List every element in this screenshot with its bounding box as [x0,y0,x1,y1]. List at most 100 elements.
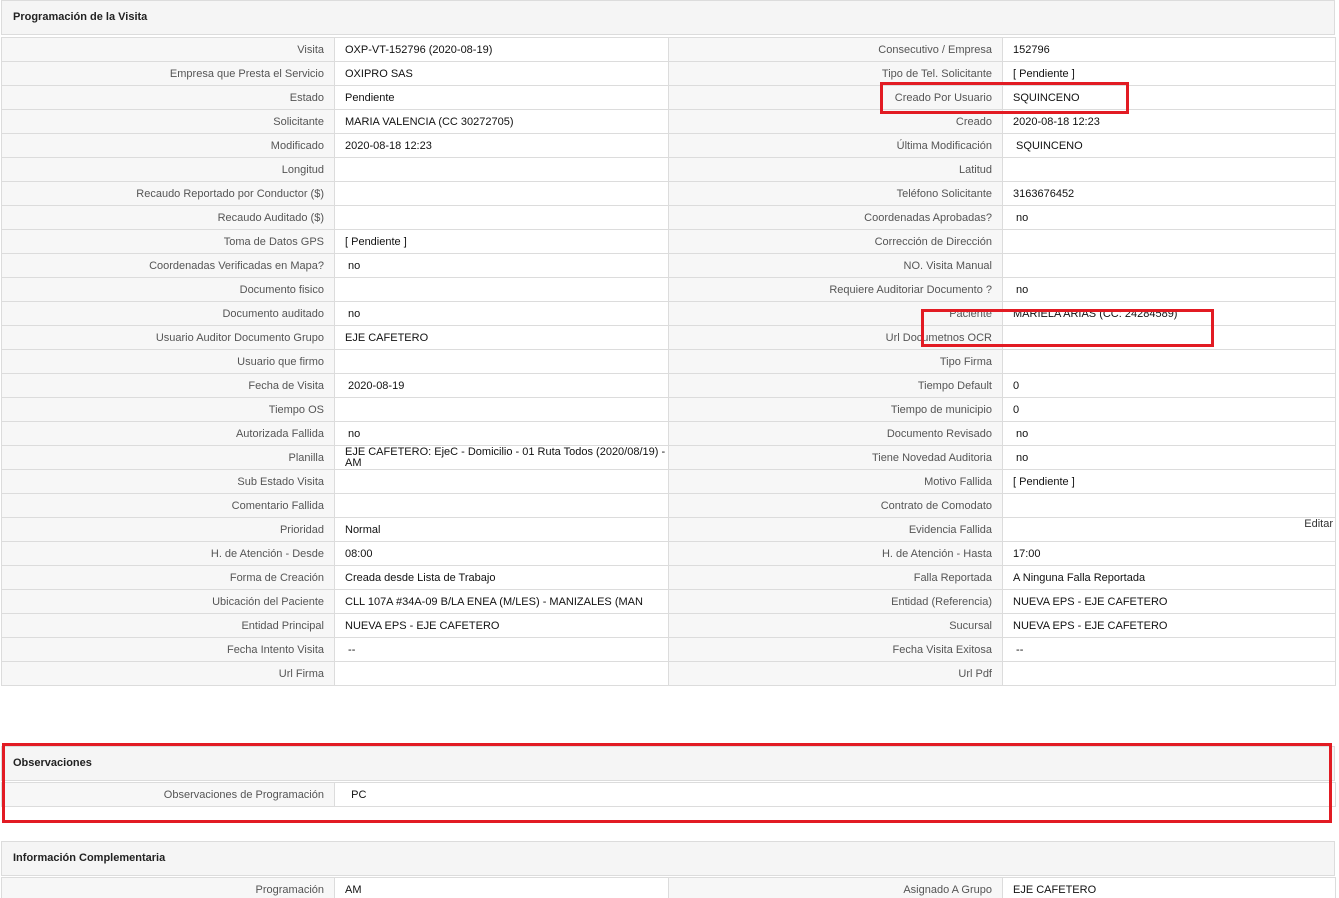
field-value [334,205,669,230]
field-value [334,493,669,518]
table-row: Fecha Intento Visita -- Fecha Visita Exit… [1,637,1336,662]
field-label-text: Longitud [281,163,324,176]
field-label: NO. Visita Manual [668,253,1003,278]
field-label: Recaudo Reportado por Conductor ($) [1,181,335,206]
editar-link[interactable]: Editar [1304,519,1333,531]
field-value: no [334,421,669,446]
field-label: Modificado [1,133,335,158]
field-label: H. de Atención - Hasta [668,541,1003,566]
field-label: Evidencia Fallida [668,517,1003,542]
field-value-text: [ Pendiente ] [345,235,407,248]
field-label-text: Url Documetnos OCR [885,331,992,344]
field-label-text: Fecha Intento Visita [226,643,324,656]
field-value: no [1002,445,1336,470]
field-value-text: no [1013,451,1029,464]
field-value-text: no [1013,211,1029,224]
field-value-text: SQUINCENO [1013,91,1080,104]
field-value: 152796 [1002,37,1336,62]
field-label-text: Forma de Creación [229,571,324,584]
field-value: 08:00 [334,541,669,566]
field-value: Editar [1002,517,1336,542]
field-label-text: Documento auditado [222,307,324,320]
field-value [334,349,669,374]
field-label: Url Firma [1,661,335,686]
field-value: A Ninguna Falla Reportada [1002,565,1336,590]
field-label-text: Latitud [958,163,992,176]
field-label: Documento Revisado [668,421,1003,446]
field-value-text: EJE CAFETERO [345,331,429,344]
field-label: Corrección de Dirección [668,229,1003,254]
field-label-text: Evidencia Fallida [908,523,992,536]
table-row: Solicitante MARIA VALENCIA (CC 30272705) C… [1,109,1336,134]
field-label-text: Tiempo de municipio [890,403,992,416]
field-label: Documento fisico [1,277,335,302]
field-label-text: Falla Reportada [913,571,992,584]
table-row: Toma de Datos GPS [ Pendiente ] Corrección… [1,229,1336,254]
field-value-text: EJE CAFETERO: EjeC - Domicilio - 01 Ruta… [345,446,666,469]
field-label: Creado [668,109,1003,134]
field-label-text: Recaudo Auditado ($) [217,211,324,224]
field-label: Fecha Visita Exitosa [668,637,1003,662]
field-value-text: OXP-VT-152796 (2020-08-19) [345,43,493,56]
field-value: [ Pendiente ] [334,229,669,254]
field-value [1002,325,1336,350]
field-label-text: Ubicación del Paciente [212,595,324,608]
field-value: Creada desde Lista de Trabajo [334,565,669,590]
field-label-text: Tipo de Tel. Solicitante [881,67,992,80]
table-row: Comentario Fallida Contrato de Comodato [1,493,1336,518]
field-value [1002,661,1336,686]
field-label: Url Pdf [668,661,1003,686]
field-value-text: 2020-08-18 12:23 [345,139,432,152]
field-value-text: no [1013,427,1029,440]
field-label: Teléfono Solicitante [668,181,1003,206]
field-value: EJE CAFETERO: EjeC - Domicilio - 01 Ruta… [334,445,669,470]
table-row: Documento auditado no Paciente MARIELA ARI… [1,301,1336,326]
table-row: Documento fisico Requiere Auditoriar Docu… [1,277,1336,302]
field-value-text: 0 [1013,379,1020,392]
table-row: Estado Pendiente Creado Por Usuario SQUINCE… [1,85,1336,110]
field-value [334,469,669,494]
field-value: no [1002,277,1336,302]
field-value: 3163676452 [1002,181,1336,206]
table-row: Longitud Latitud [1,157,1336,182]
field-label-text: Fecha Visita Exitosa [892,643,992,656]
field-value: -- [334,637,669,662]
field-label-text: Paciente [949,307,992,320]
field-label-text: Fecha de Visita [248,379,324,392]
field-label-text: Entidad (Referencia) [891,595,992,608]
field-label: Sub Estado Visita [1,469,335,494]
field-value: no [1002,421,1336,446]
observaciones-table: Observaciones de Programación PC [1,782,1336,807]
table-row: Tiempo OS Tiempo de municipio 0 [1,397,1336,422]
field-label: Planilla [1,445,335,470]
field-label: Forma de Creación [1,565,335,590]
table-row: Sub Estado Visita Motivo Fallida [ Pendien… [1,469,1336,494]
observaciones-value: PC [334,782,1336,807]
field-label: Ubicación del Paciente [1,589,335,614]
field-value: EJE CAFETERO [334,325,669,350]
field-value: MARIA VALENCIA (CC 30272705) [334,109,669,134]
field-label-text: Coordenadas Verificadas en Mapa? [149,259,324,272]
table-row: Url Firma Url Pdf [1,661,1336,686]
field-value [334,181,669,206]
field-value: 0 [1002,397,1336,422]
field-label: Longitud [1,157,335,182]
table-row: Ubicación del Paciente CLL 107A #34A-09 B… [1,589,1336,614]
field-label: Autorizada Fallida [1,421,335,446]
field-label-text: Comentario Fallida [231,499,324,512]
field-label-text: Entidad Principal [241,619,324,632]
field-value-text: NUEVA EPS - EJE CAFETERO [345,619,500,632]
field-label-text: Motivo Fallida [924,475,992,488]
field-value: OXIPRO SAS [334,61,669,86]
field-label: Usuario que firmo [1,349,335,374]
field-label-text: Tipo Firma [939,355,992,368]
field-label: Recaudo Auditado ($) [1,205,335,230]
field-value: [ Pendiente ] [1002,61,1336,86]
field-label: Solicitante [1,109,335,134]
field-value: NUEVA EPS - EJE CAFETERO [334,613,669,638]
table-row: Observaciones de Programación PC [1,782,1336,807]
field-label: Consecutivo / Empresa [668,37,1003,62]
field-label: Creado Por Usuario [668,85,1003,110]
field-value [1002,229,1336,254]
field-value: 17:00 [1002,541,1336,566]
